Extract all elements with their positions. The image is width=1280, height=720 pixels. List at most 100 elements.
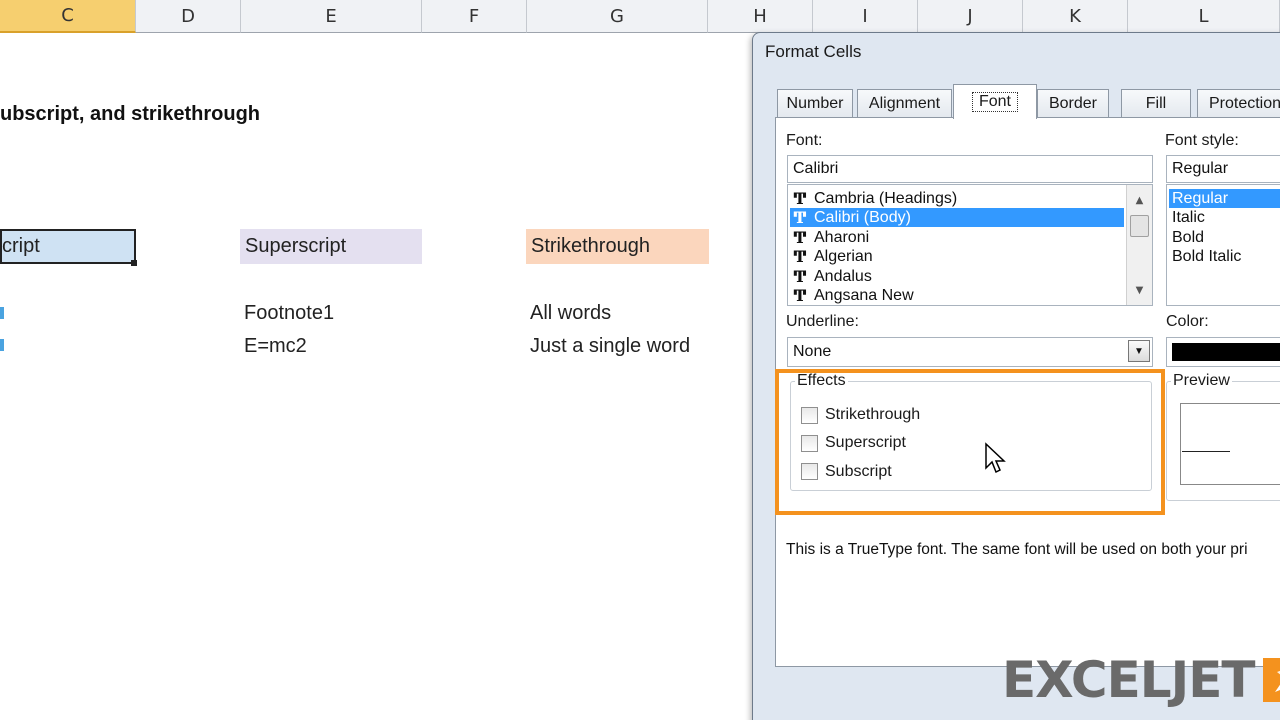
tab-font[interactable]: Font — [953, 84, 1037, 119]
font-name: Andalus — [814, 267, 872, 285]
cell-text: cript — [2, 235, 40, 257]
column-label: E — [325, 5, 337, 27]
column-label: I — [862, 5, 868, 27]
subscript-checkbox[interactable] — [801, 463, 818, 480]
preview-area — [1180, 403, 1280, 485]
color-picker[interactable] — [1166, 337, 1280, 367]
font-style-item[interactable]: Italic — [1169, 208, 1280, 227]
font-style-input[interactable]: Regular — [1166, 155, 1280, 183]
font-name: Cambria (Headings) — [814, 189, 958, 207]
underline-value: None — [793, 343, 832, 360]
column-label: H — [753, 5, 767, 27]
tab-label: Border — [1048, 95, 1098, 112]
font-name: Algerian — [814, 247, 873, 265]
column-header-k[interactable]: K — [1023, 0, 1128, 33]
column-label: L — [1198, 5, 1209, 27]
subscript-label[interactable]: Subscript — [825, 463, 892, 481]
dialog-title: Format Cells — [765, 42, 862, 61]
fill-handle[interactable] — [131, 260, 137, 266]
truetype-icon: Ͳ — [793, 189, 807, 208]
truetype-icon: Ͳ — [793, 208, 807, 227]
font-style-item-selected[interactable]: Regular — [1169, 189, 1280, 208]
tab-label: Number — [786, 95, 844, 112]
superscript-label[interactable]: Superscript — [825, 434, 906, 452]
cell-emc2[interactable]: E=mc2 — [244, 335, 307, 358]
tab-label: Protection — [1208, 95, 1280, 112]
column-label: C — [61, 5, 74, 26]
cell-strikethrough-header[interactable]: Strikethrough — [526, 229, 709, 264]
exceljet-logo: EXCELJET — [1002, 650, 1280, 710]
truetype-info: This is a TrueType font. The same font w… — [786, 541, 1248, 558]
cell-superscript-header[interactable]: Superscript — [240, 229, 422, 264]
tab-label: Fill — [1145, 95, 1167, 112]
column-header-d[interactable]: D — [136, 0, 241, 33]
column-header-e[interactable]: E — [241, 0, 422, 33]
tab-fill[interactable]: Fill — [1121, 89, 1191, 118]
cell-footnote[interactable]: Footnote1 — [244, 302, 334, 325]
column-header-l[interactable]: L — [1128, 0, 1280, 33]
scroll-up-icon[interactable]: ▲ — [1127, 191, 1152, 209]
column-label: K — [1069, 5, 1081, 27]
truetype-icon: Ͳ — [793, 267, 807, 286]
superscript-checkbox[interactable] — [801, 435, 818, 452]
column-header-j[interactable]: J — [918, 0, 1023, 33]
color-fill — [1172, 343, 1280, 361]
underline-label: Underline: — [786, 313, 859, 330]
cell-subscript-header[interactable]: cript — [0, 229, 136, 264]
font-label: Font: — [786, 132, 823, 149]
tab-label: Alignment — [868, 95, 941, 112]
font-style-item[interactable]: Bold Italic — [1169, 247, 1280, 266]
font-list[interactable]: Ͳ Cambria (Headings) Ͳ Calibri (Body) Ͳ Aha… — [787, 184, 1153, 306]
column-header-g[interactable]: G — [527, 0, 708, 33]
font-name: Aharoni — [814, 228, 870, 246]
truetype-icon: Ͳ — [793, 286, 807, 305]
preview-baseline — [1182, 451, 1230, 452]
column-label: G — [610, 5, 624, 27]
preview-title: Preview — [1171, 372, 1232, 390]
tab-protection[interactable]: Protection — [1197, 89, 1280, 118]
font-list-item[interactable]: Ͳ Angsana New — [790, 286, 1124, 305]
font-name: Angsana New — [814, 286, 914, 304]
cell-all-words[interactable]: All words — [530, 302, 611, 325]
scroll-thumb[interactable] — [1130, 215, 1149, 237]
column-header-c[interactable]: C — [0, 0, 136, 33]
chevron-down-icon[interactable]: ▼ — [1128, 340, 1150, 362]
subscript-example-fragment — [0, 307, 4, 319]
tab-alignment[interactable]: Alignment — [857, 89, 952, 118]
logo-text: EXCELJET — [1002, 651, 1255, 709]
column-header-i[interactable]: I — [813, 0, 918, 33]
column-header-h[interactable]: H — [708, 0, 813, 33]
subscript-example-fragment — [0, 339, 4, 351]
column-header-f[interactable]: F — [422, 0, 527, 33]
tab-label: Font — [971, 92, 1018, 112]
font-input[interactable]: Calibri — [787, 155, 1153, 183]
cell-text: Superscript — [245, 235, 347, 257]
truetype-icon: Ͳ — [793, 247, 807, 266]
logo-arrow-icon — [1262, 658, 1280, 702]
scroll-down-icon[interactable]: ▼ — [1127, 281, 1152, 299]
font-list-scrollbar[interactable]: ▲ ▼ — [1126, 185, 1152, 305]
strikethrough-checkbox[interactable] — [801, 407, 818, 424]
color-label: Color: — [1166, 313, 1209, 330]
tab-number[interactable]: Number — [777, 89, 853, 118]
font-list-item[interactable]: Ͳ Andalus — [790, 267, 1124, 286]
font-list-item-selected[interactable]: Ͳ Calibri (Body) — [790, 208, 1124, 227]
column-label: J — [967, 5, 973, 27]
font-list-item[interactable]: Ͳ Cambria (Headings) — [790, 189, 1124, 208]
effects-title: Effects — [795, 372, 848, 390]
font-name: Calibri (Body) — [814, 208, 911, 226]
underline-select[interactable]: None ▼ — [787, 337, 1153, 367]
strikethrough-label[interactable]: Strikethrough — [825, 406, 920, 424]
font-style-label: Font style: — [1165, 132, 1239, 149]
font-list-item[interactable]: Ͳ Algerian — [790, 247, 1124, 266]
screen: C D E F G H I J K L ubscript, and strike… — [0, 0, 1280, 720]
font-style-list[interactable]: Regular Italic Bold Bold Italic — [1166, 184, 1280, 306]
truetype-icon: Ͳ — [793, 228, 807, 247]
font-style-item[interactable]: Bold — [1169, 228, 1280, 247]
cell-single-word[interactable]: Just a single word — [530, 335, 690, 358]
sheet-title: ubscript, and strikethrough — [0, 103, 261, 125]
column-label: D — [181, 5, 195, 27]
mouse-cursor-icon — [985, 442, 1006, 474]
font-list-item[interactable]: Ͳ Aharoni — [790, 228, 1124, 247]
tab-border[interactable]: Border — [1037, 89, 1109, 118]
